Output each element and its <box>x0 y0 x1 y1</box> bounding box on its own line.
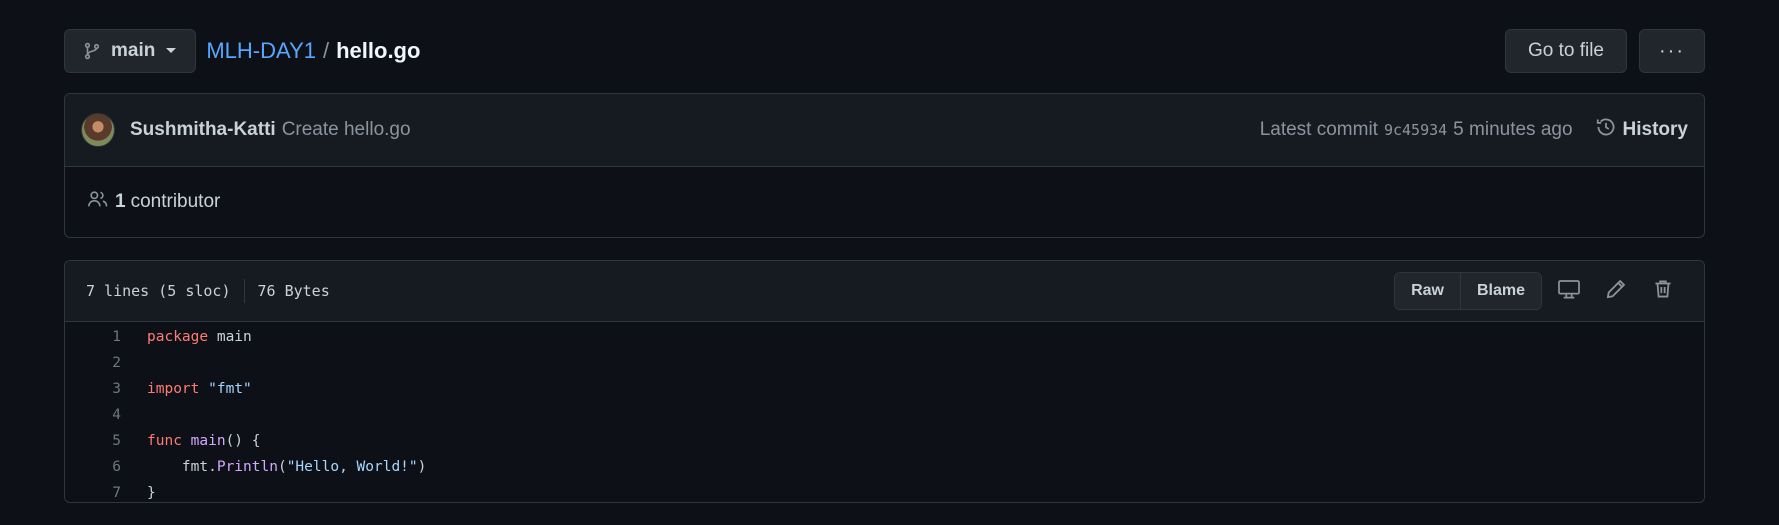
contributor-label: contributor <box>130 191 221 212</box>
history-icon <box>1595 116 1617 144</box>
file-view-page: main MLH-DAY1 / hello.go Go to file ··· … <box>0 0 1779 525</box>
line-number[interactable]: 6 <box>65 459 121 475</box>
code-token: main <box>208 329 252 345</box>
line-content: import "fmt" <box>121 381 252 397</box>
desktop-open-button[interactable] <box>1549 273 1589 309</box>
code-token: Println <box>216 459 278 475</box>
code-line: 6 fmt.Println("Hello, World!") <box>65 454 1704 480</box>
code-line: 2 <box>65 350 1704 376</box>
breadcrumb-repo-link[interactable]: MLH-DAY1 <box>206 38 316 64</box>
line-content: package main <box>121 329 252 345</box>
file-lines-info: 7 lines (5 sloc) <box>86 282 231 300</box>
code-line: 5 func main() { <box>65 428 1704 454</box>
breadcrumb: MLH-DAY1 / hello.go <box>206 38 420 64</box>
code-view: 1 package main 2 3 import "fmt" 4 5 func main()… <box>65 322 1704 502</box>
code-token: import <box>147 381 200 397</box>
latest-commit-label: Latest commit <box>1259 119 1378 140</box>
code-token: () { <box>225 433 261 449</box>
line-content: func main() { <box>121 433 261 449</box>
code-line: 3 import "fmt" <box>65 376 1704 402</box>
commit-row: Sushmitha-Katti Create hello.go Latest c… <box>65 94 1704 167</box>
desktop-icon <box>1557 278 1581 304</box>
file-nav-actions: Go to file ··· <box>1504 29 1705 73</box>
line-number[interactable]: 1 <box>65 329 121 345</box>
divider <box>243 279 245 303</box>
latest-commit-box: Sushmitha-Katti Create hello.go Latest c… <box>64 93 1705 238</box>
code-token: "Hello, World!" <box>286 459 418 475</box>
breadcrumb-file-name: hello.go <box>336 38 421 63</box>
line-content: fmt.Println("Hello, World!") <box>121 459 426 475</box>
commit-details: Latest commit 9c45934 5 minutes ago Hist… <box>1260 116 1688 144</box>
blame-button[interactable]: Blame <box>1459 273 1541 309</box>
delete-file-button[interactable] <box>1643 273 1683 309</box>
code-token: fmt. <box>147 459 217 475</box>
line-number[interactable]: 2 <box>65 355 121 371</box>
line-number[interactable]: 5 <box>65 433 121 449</box>
code-token: ) <box>417 459 427 475</box>
line-number[interactable]: 7 <box>65 485 121 501</box>
commit-time: 5 minutes ago <box>1453 119 1573 140</box>
trash-icon <box>1652 278 1674 304</box>
git-branch-icon <box>83 42 101 60</box>
commit-message-link[interactable]: Create hello.go <box>282 119 411 141</box>
branch-selector-button[interactable]: main <box>64 29 197 73</box>
branch-label: main <box>111 40 156 61</box>
code-token: package <box>147 329 209 345</box>
edit-file-button[interactable] <box>1596 273 1636 309</box>
breadcrumb-separator: / <box>322 38 330 63</box>
code-line: 1 package main <box>65 324 1704 350</box>
line-number[interactable]: 3 <box>65 381 121 397</box>
people-icon <box>87 189 115 215</box>
line-content: } <box>121 485 156 501</box>
history-label: History <box>1622 119 1688 140</box>
pencil-icon <box>1605 278 1627 304</box>
file-navigation: main MLH-DAY1 / hello.go Go to file ··· <box>64 29 1705 73</box>
code-line: 4 <box>65 402 1704 428</box>
code-token: ( <box>277 459 287 475</box>
commit-author-link[interactable]: Sushmitha-Katti <box>130 119 276 141</box>
contributors-row[interactable]: 1 contributor <box>65 167 1704 237</box>
file-size: 76 Bytes <box>257 282 330 300</box>
code-token: } <box>147 485 156 501</box>
file-content-box: 7 lines (5 sloc) 76 Bytes Raw Blame 1 pa… <box>64 260 1705 503</box>
more-options-button[interactable]: ··· <box>1639 29 1705 73</box>
file-header: 7 lines (5 sloc) 76 Bytes Raw Blame <box>65 261 1704 322</box>
commit-sha-link[interactable]: 9c45934 <box>1384 121 1447 139</box>
code-token: main <box>190 433 226 449</box>
history-link[interactable]: History <box>1595 116 1688 144</box>
raw-button[interactable]: Raw <box>1395 273 1460 309</box>
code-token: "fmt" <box>208 381 252 397</box>
raw-blame-group: Raw Blame <box>1394 272 1542 310</box>
file-actions: Raw Blame <box>1394 272 1683 310</box>
contributor-count: 1 <box>115 191 126 212</box>
go-to-file-button[interactable]: Go to file <box>1504 29 1627 73</box>
caret-down-icon <box>165 47 177 55</box>
code-line: 7} <box>65 480 1704 502</box>
line-number[interactable]: 4 <box>65 407 121 423</box>
code-token: func <box>147 433 182 449</box>
avatar[interactable] <box>81 113 115 147</box>
